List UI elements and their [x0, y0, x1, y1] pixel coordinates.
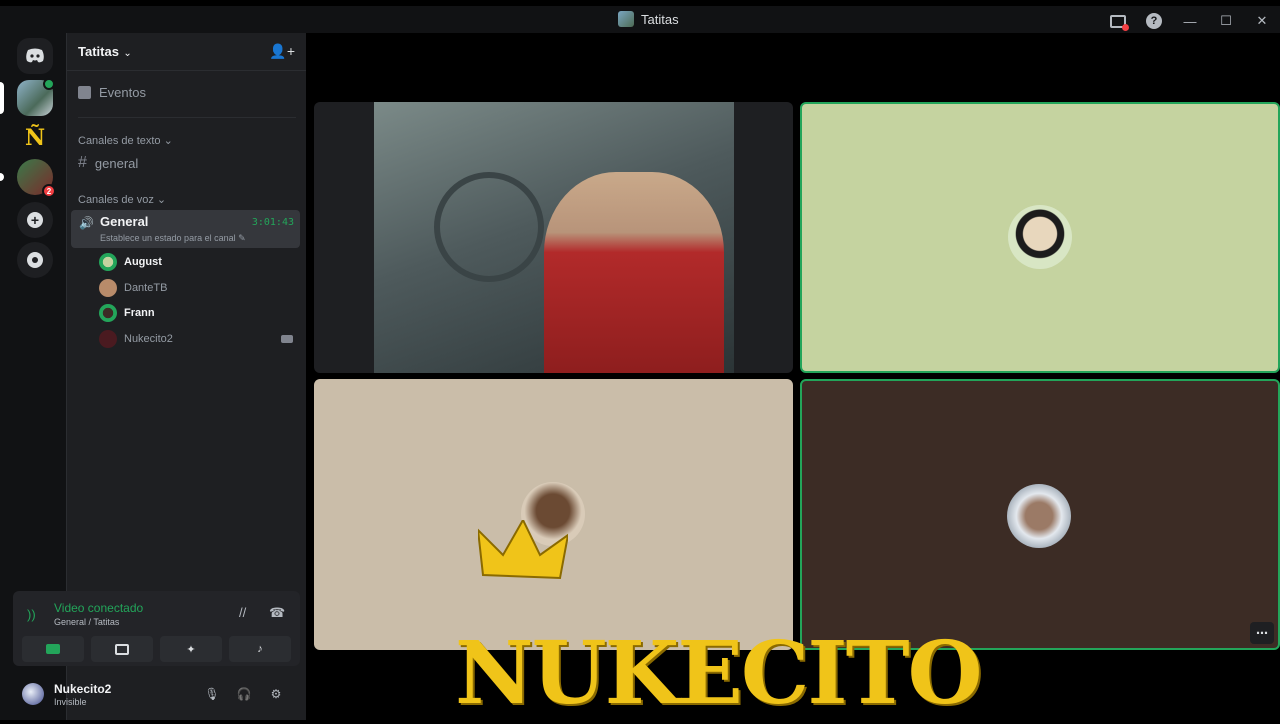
- voice-member[interactable]: August: [99, 253, 162, 271]
- avatar: [99, 330, 117, 348]
- stream-overlay-logo: NUKECITO: [455, 623, 982, 724]
- live-indicator: [43, 78, 55, 90]
- microphone-icon: 🎙: [204, 687, 220, 701]
- server-header[interactable]: Tatitas ⌄ 👤+: [67, 33, 306, 71]
- video-tile-frann[interactable]: ⋯: [800, 379, 1280, 650]
- voice-channel-general[interactable]: 🔊 General 3:01:43 Establece un estado pa…: [71, 210, 300, 248]
- text-category[interactable]: Canales de texto ⌄: [78, 134, 173, 147]
- person-shape: [544, 172, 724, 373]
- voice-timer: 3:01:43: [251, 217, 294, 228]
- avatar: [1008, 205, 1072, 269]
- member-name: Frann: [124, 307, 155, 319]
- video-icon: [46, 644, 60, 654]
- screen-share-button[interactable]: [91, 636, 153, 662]
- speaker-icon: 🔊: [79, 216, 94, 230]
- camera-icon: [281, 335, 293, 343]
- video-tile-camera[interactable]: [314, 102, 793, 373]
- avatar: [99, 304, 117, 322]
- server-name: Tatitas ⌄: [78, 43, 132, 59]
- selected-server-pill: [0, 82, 4, 114]
- help-button[interactable]: ?: [1136, 6, 1172, 36]
- voice-category[interactable]: Canales de voz ⌄: [78, 193, 166, 206]
- channel-general[interactable]: # general: [78, 154, 138, 172]
- noise-suppression-button[interactable]: //: [239, 605, 246, 620]
- screen-icon: [1110, 14, 1129, 31]
- help-icon: ?: [1146, 13, 1162, 29]
- crown-icon: [476, 517, 570, 580]
- soundboard-icon: ♪: [257, 643, 263, 655]
- deafen-button[interactable]: 🎧: [235, 685, 253, 703]
- channel-label: general: [94, 155, 139, 171]
- server-n-logo: Ñ: [24, 125, 46, 151]
- member-name: Nukecito2: [124, 333, 173, 345]
- events-label: Eventos: [99, 85, 146, 100]
- set-status-prompt[interactable]: Establece un estado para el canal ✎: [100, 233, 246, 244]
- user-panel: Nukecito2 Invisible 🎙 🎧 ⚙: [13, 671, 300, 720]
- close-window-button[interactable]: ✕: [1244, 6, 1280, 36]
- voice-member[interactable]: Nukecito2: [99, 330, 173, 348]
- minimize-button[interactable]: —: [1172, 6, 1208, 36]
- invite-icon[interactable]: 👤+: [269, 43, 295, 60]
- activities-icon: ✦: [186, 643, 196, 656]
- screen-share-indicator-button[interactable]: [1100, 6, 1136, 36]
- member-name: DanteTB: [124, 282, 168, 294]
- member-name: August: [124, 256, 162, 268]
- events-item[interactable]: Eventos: [78, 85, 146, 100]
- chevron-down-icon: ⌄: [123, 47, 132, 59]
- camera-feed: [374, 102, 734, 373]
- user-name[interactable]: Nukecito2: [54, 682, 111, 696]
- user-status: Invisible: [54, 697, 87, 707]
- voice-member[interactable]: DanteTB: [99, 279, 167, 297]
- avatar: [99, 253, 117, 271]
- server-icon: [618, 11, 634, 27]
- video-tile-dantetb[interactable]: [314, 379, 793, 650]
- explore-button[interactable]: [17, 242, 53, 278]
- unread-pill: [0, 173, 4, 181]
- mute-button[interactable]: 🎙: [203, 685, 221, 703]
- window-title: Tatitas: [618, 11, 679, 27]
- connection-location[interactable]: General / Tatitas: [54, 617, 119, 627]
- server-n[interactable]: Ñ: [17, 120, 53, 156]
- camera-button[interactable]: [22, 636, 84, 662]
- server-3[interactable]: 2: [17, 159, 56, 198]
- video-stage: ⋯: [306, 33, 1280, 720]
- voice-channel-name: General: [100, 214, 149, 229]
- video-tile-august[interactable]: [800, 102, 1280, 373]
- server-tatitas[interactable]: [17, 78, 55, 116]
- activities-button[interactable]: ✦: [160, 636, 222, 662]
- title-bar: Tatitas ? — ☐ ✕: [0, 0, 1280, 36]
- more-options-button[interactable]: ⋯: [1250, 622, 1274, 644]
- user-avatar[interactable]: [22, 683, 44, 705]
- calendar-icon: [78, 86, 91, 99]
- avatar: [99, 279, 117, 297]
- disconnect-button[interactable]: ☎: [269, 605, 285, 621]
- settings-button[interactable]: ⚙: [267, 685, 285, 703]
- window-title-text: Tatitas: [641, 11, 679, 27]
- compass-icon: [27, 252, 43, 268]
- soundboard-button[interactable]: ♪: [229, 636, 291, 662]
- avatar: [1007, 484, 1071, 548]
- home-button[interactable]: [17, 38, 53, 74]
- add-server-button[interactable]: +: [17, 202, 53, 238]
- hash-icon: #: [78, 154, 87, 171]
- gear-icon: ⚙: [270, 687, 282, 701]
- signal-icon: )): [27, 607, 36, 622]
- connection-status[interactable]: Video conectado: [54, 601, 143, 615]
- voice-member[interactable]: Frann: [99, 304, 155, 322]
- headphones-icon: 🎧: [236, 687, 252, 701]
- voice-connection-panel: )) Video conectado General / Tatitas // …: [13, 591, 300, 666]
- discord-icon: [26, 48, 44, 63]
- screen-share-icon: [115, 643, 129, 655]
- plus-icon: +: [27, 212, 43, 228]
- maximize-button[interactable]: ☐: [1208, 6, 1244, 36]
- mention-badge: 2: [42, 184, 56, 198]
- fan-shape: [434, 172, 544, 282]
- divider: [78, 117, 296, 118]
